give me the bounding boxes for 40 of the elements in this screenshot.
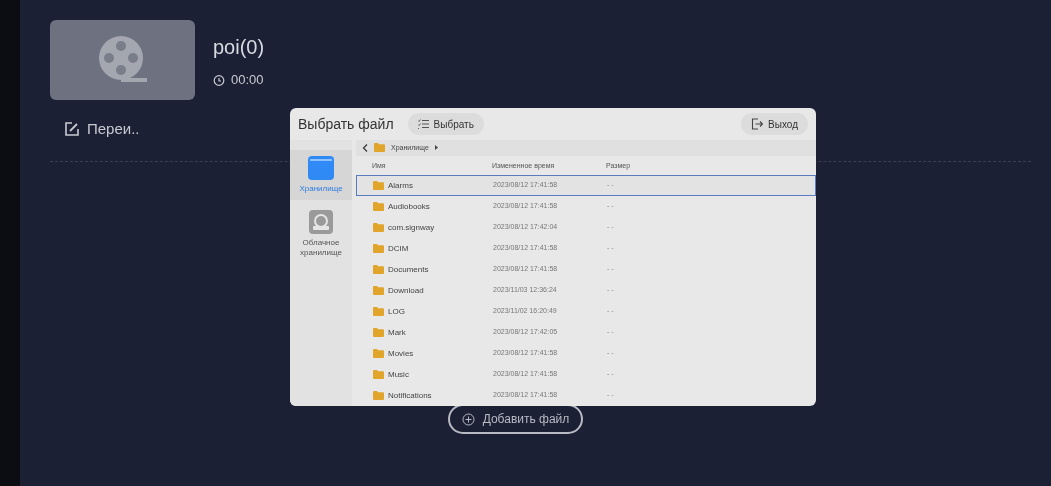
caret-icon [434,145,438,151]
storage-tab[interactable]: Облачное хранилище [290,204,352,264]
file-name: Audiobooks [388,200,430,213]
file-name: LOG [388,305,405,318]
file-name: Download [388,284,424,297]
back-icon[interactable] [362,143,368,152]
file-name: com.signway [388,221,435,234]
folder-icon [373,307,384,316]
select-button[interactable]: Выбрать [407,113,484,135]
file-name: Music [388,368,409,381]
rename-button[interactable]: Переи.. [65,118,140,141]
exit-icon [751,118,764,130]
dialog-title: Выбрать файл [298,114,394,134]
folder-icon [373,265,384,274]
folder-icon [373,181,384,190]
folder-icon [373,244,384,253]
drive-icon [309,210,333,234]
file-name: DCIM [388,242,409,255]
folder-icon [373,223,384,232]
add-file-button[interactable]: Добавить файл [447,404,584,434]
folder-icon [373,202,384,211]
file-name: Documents [388,263,429,276]
file-name: Movies [388,347,414,360]
folder-icon [373,328,384,337]
exit-button[interactable]: Выход [741,113,808,135]
file-name: Notifications [388,389,432,402]
checklist-icon [417,119,429,129]
storage-icon [308,156,334,180]
folder-icon [373,349,384,358]
folder-icon [373,370,384,379]
file-name: Alarms [388,179,413,192]
file-name: Mark [388,326,406,339]
folder-icon [373,391,384,400]
duration-text: 00:00 [231,71,264,89]
folder-icon [373,286,384,295]
plus-circle-icon [461,412,475,426]
clock-icon [213,73,225,86]
edit-icon [65,122,79,137]
folder-icon [374,143,385,153]
media-title: poi(0) [213,35,265,60]
